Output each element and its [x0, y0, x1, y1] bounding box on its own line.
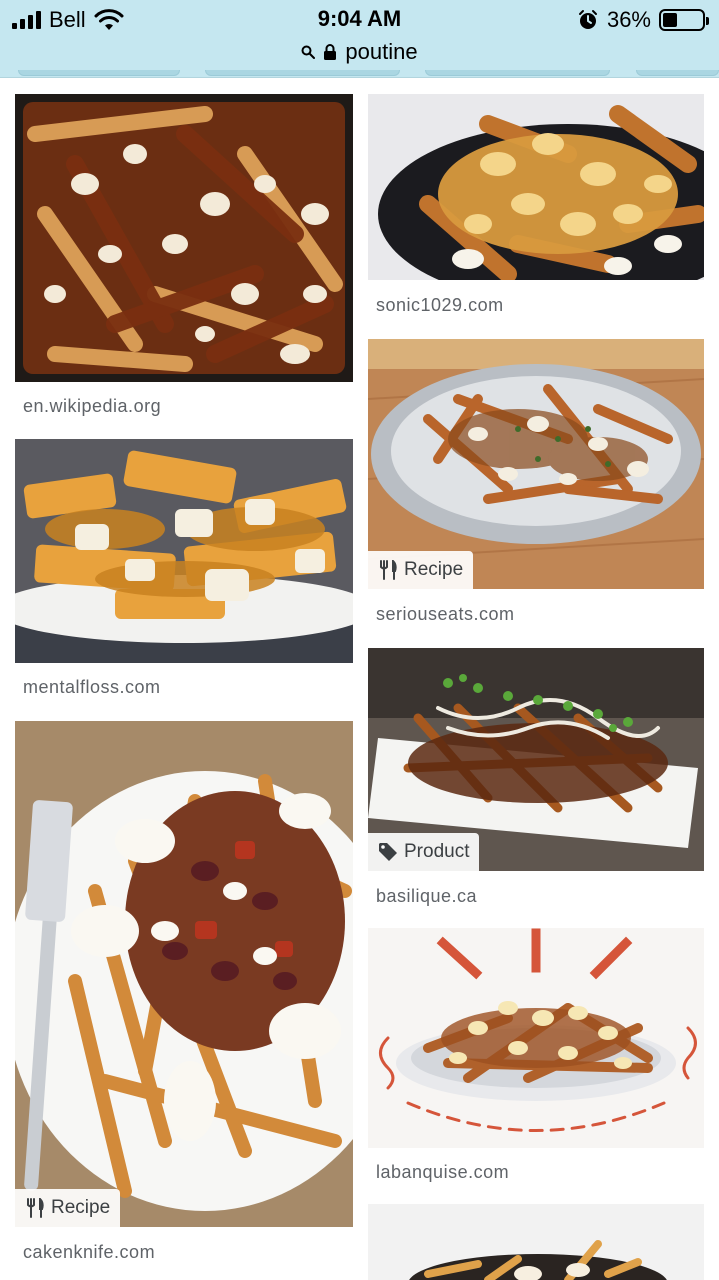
- poutine-image: [368, 94, 704, 280]
- battery-fill: [663, 13, 677, 27]
- badge-label: Recipe: [51, 1197, 111, 1218]
- url-query: poutine: [345, 39, 418, 64]
- filter-chip[interactable]: [636, 70, 719, 76]
- poutine-image: [368, 1204, 704, 1280]
- image-result[interactable]: Recipe cakenknife.com: [15, 721, 353, 1280]
- result-source[interactable]: en.wikipedia.org: [23, 396, 161, 417]
- recipe-badge: Recipe: [368, 551, 474, 589]
- result-source[interactable]: sonic1029.com: [376, 295, 504, 316]
- tag-icon: [379, 843, 397, 861]
- result-source[interactable]: mentalfloss.com: [23, 677, 161, 698]
- search-icon: [301, 45, 316, 59]
- result-source[interactable]: basilique.ca: [376, 886, 477, 907]
- result-source[interactable]: cakenknife.com: [23, 1242, 155, 1263]
- badge-label: Product: [404, 841, 470, 862]
- image-result[interactable]: sonic1029.com: [368, 94, 704, 324]
- image-result[interactable]: mentalfloss.com: [15, 439, 353, 704]
- battery-nub: [706, 17, 709, 25]
- alarm-icon: [578, 10, 597, 29]
- poutine-image: [368, 928, 704, 1148]
- lock-icon: [324, 44, 337, 60]
- fork-knife-icon: [380, 560, 397, 580]
- recipe-badge: Recipe: [15, 1189, 121, 1227]
- fork-knife-icon: [27, 1198, 44, 1218]
- product-badge: Product: [368, 833, 480, 871]
- image-result[interactable]: Recipe seriouseats.com: [368, 339, 704, 634]
- result-image[interactable]: [368, 94, 704, 280]
- result-image[interactable]: [15, 94, 353, 382]
- battery-percent: 36%: [606, 7, 651, 32]
- image-result[interactable]: Product basilique.ca: [368, 648, 704, 913]
- result-image[interactable]: [15, 721, 353, 1227]
- poutine-image: [15, 721, 353, 1227]
- image-result[interactable]: labanquise.com: [368, 928, 704, 1190]
- filter-chip[interactable]: [205, 70, 400, 76]
- result-image[interactable]: [368, 1204, 704, 1280]
- url-bar[interactable]: poutine: [0, 38, 719, 66]
- result-image[interactable]: [15, 439, 353, 663]
- filter-chip[interactable]: [18, 70, 180, 76]
- browser-top-bar: Bell 9:04 AM 36% poutine: [0, 0, 719, 78]
- carrier-name: Bell: [49, 7, 86, 32]
- result-source[interactable]: labanquise.com: [376, 1162, 509, 1183]
- poutine-image: [15, 94, 353, 382]
- battery-icon: [659, 9, 709, 31]
- result-image[interactable]: [368, 928, 704, 1148]
- signal-icon: [12, 11, 41, 29]
- image-result[interactable]: [368, 1204, 704, 1280]
- status-bar: Bell 9:04 AM 36%: [0, 0, 719, 40]
- badge-label: Recipe: [404, 559, 464, 580]
- image-result[interactable]: en.wikipedia.org: [15, 94, 353, 434]
- wifi-icon: [94, 9, 124, 30]
- status-right-group: 36%: [577, 7, 709, 33]
- carrier-group: Bell: [12, 6, 124, 34]
- result-source[interactable]: seriouseats.com: [376, 604, 515, 625]
- poutine-image: [15, 439, 353, 663]
- filter-chips-row: [0, 70, 719, 78]
- filter-chip[interactable]: [425, 70, 610, 76]
